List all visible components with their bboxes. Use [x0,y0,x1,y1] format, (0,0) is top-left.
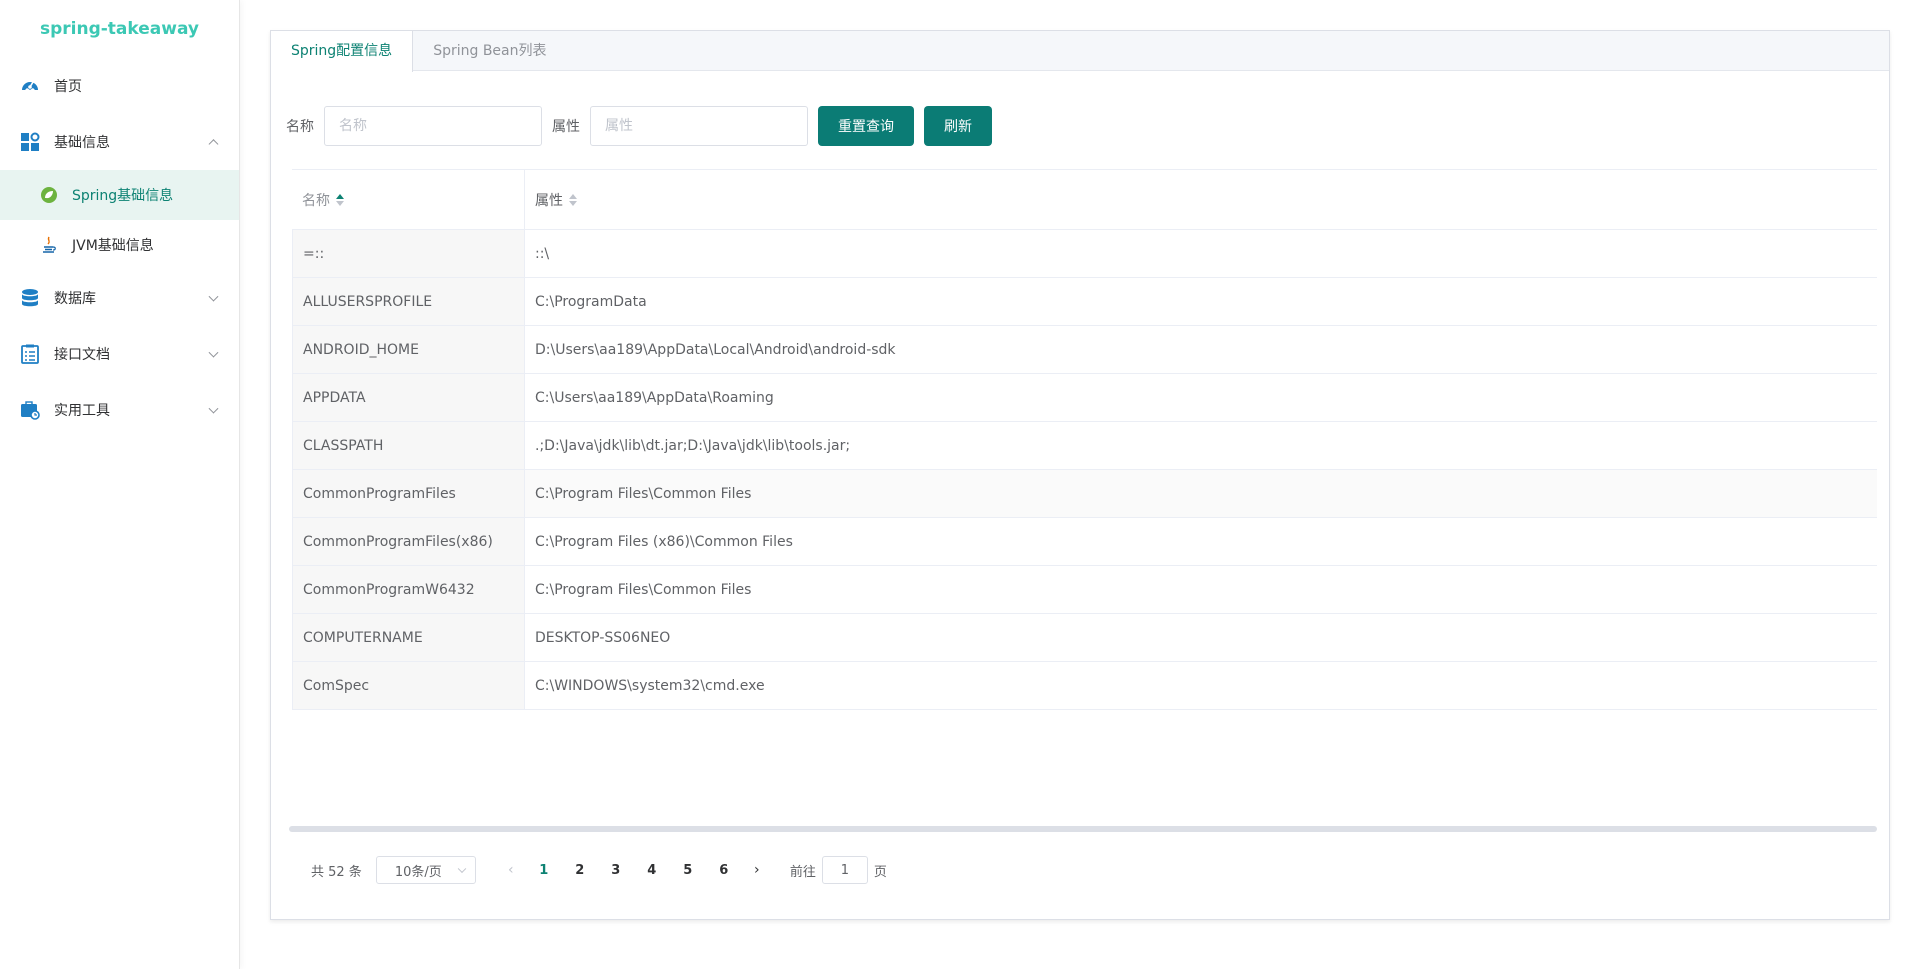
cell-name: ALLUSERSPROFILE [292,278,525,325]
cell-name: COMPUTERNAME [292,614,525,661]
prev-page-button[interactable]: ‹ [496,856,526,884]
database-icon [20,288,40,308]
cell-attribute: D:\Users\aa189\AppData\Local\Android\and… [535,341,896,358]
page-number[interactable]: 1 [526,856,562,884]
content-card: Spring配置信息 Spring Bean列表 名称 属性 重置查询 刷新 名… [270,30,1890,920]
table-row: CommonProgramW6432 C:\Program Files\Commo… [292,566,1877,614]
page-number[interactable]: 4 [634,856,670,884]
name-filter-label: 名称 [286,119,314,135]
cell-attribute: C:\Program Files\Common Files [525,470,1877,517]
cell-attribute: ::\ [535,245,550,262]
attr-filter-label: 属性 [552,119,580,135]
sidebar-item-basic-info[interactable]: 基础信息 [0,114,239,170]
table-row: ALLUSERSPROFILE C:\ProgramData [292,278,1877,326]
column-header-attribute[interactable]: 属性 [525,170,1877,229]
total-count: 共 52 条 [311,864,362,880]
column-header-label: 属性 [535,192,563,209]
goto-suffix: 页 [873,864,887,880]
cell-name: ComSpec [292,662,525,709]
table-header-row: 名称 属性 [292,170,1877,230]
cell-attribute: C:\Program Files (x86)\Common Files [535,533,793,550]
next-page-button[interactable]: › [742,856,772,884]
page-number[interactable]: 3 [598,856,634,884]
cell-name: CommonProgramFiles(x86) [292,518,525,565]
cell-attribute: C:\WINDOWS\system32\cmd.exe [535,677,765,694]
sidebar-subitem-jvm-info[interactable]: JVM基础信息 [0,220,239,270]
sidebar-subitem-spring-info[interactable]: Spring基础信息 [0,170,239,220]
cell-attribute: C:\ProgramData [535,293,647,310]
sidebar-item-label: 实用工具 [54,403,110,419]
table-row: CommonProgramFiles(x86) C:\Program Files … [292,518,1877,566]
table-row: APPDATA C:\Users\aa189\AppData\Roaming [292,374,1877,422]
filter-bar: 名称 属性 重置查询 刷新 [286,106,992,146]
cell-attribute: C:\Users\aa189\AppData\Roaming [535,389,774,406]
chevron-down-icon [208,347,219,358]
cell-name: CommonProgramW6432 [292,566,525,613]
sidebar-subitem-label: JVM基础信息 [72,238,154,254]
cell-name: APPDATA [292,374,525,421]
toolbox-icon [20,400,40,420]
table-row: ComSpec C:\WINDOWS\system32\cmd.exe [292,662,1877,710]
dashboard-icon [20,76,40,96]
cell-attribute: .;D:\Java\jdk\lib\dt.jar;D:\Java\jdk\lib… [535,437,851,454]
attr-filter-input[interactable] [590,106,808,146]
page-number[interactable]: 6 [706,856,742,884]
chevron-down-icon [208,403,219,414]
sort-icon[interactable] [569,193,577,206]
name-filter-input[interactable] [324,106,542,146]
sidebar-item-label: 数据库 [54,291,96,307]
sidebar: spring-takeaway 首页 基础信息 Spring基础信息 JVM基础… [0,0,240,969]
goto-label: 前往 [789,864,816,880]
cell-name: ANDROID_HOME [292,326,525,373]
cell-attribute: C:\Program Files\Common Files [535,581,752,598]
cell-name: CLASSPATH [292,422,525,469]
table-row: COMPUTERNAME DESKTOP-SS06NEO [292,614,1877,662]
goto-page: 前往 页 [790,856,887,884]
tab-spring-config[interactable]: Spring配置信息 [271,31,414,72]
tab-bar: Spring配置信息 Spring Bean列表 [271,31,1889,72]
cell-name: CommonProgramFiles [292,470,525,517]
table-row: CLASSPATH .;D:\Java\jdk\lib\dt.jar;D:\Jav… [292,422,1877,470]
sidebar-item-home[interactable]: 首页 [0,58,239,114]
sidebar-item-label: 首页 [54,79,82,95]
spring-leaf-icon [40,186,58,204]
sidebar-item-label: 接口文档 [54,347,110,363]
horizontal-scrollbar[interactable] [289,826,1877,832]
reset-query-button[interactable]: 重置查询 [818,106,914,146]
table-row: ANDROID_HOME D:\Users\aa189\AppData\Local… [292,326,1877,374]
tab-spring-bean-list[interactable]: Spring Bean列表 [413,31,566,71]
sidebar-item-api-docs[interactable]: 接口文档 [0,326,239,382]
app-logo-title: spring-takeaway [39,19,199,39]
page-number[interactable]: 5 [670,856,706,884]
sidebar-item-tools[interactable]: 实用工具 [0,382,239,438]
java-icon [40,236,58,254]
cell-attribute: DESKTOP-SS06NEO [535,629,671,646]
refresh-button[interactable]: 刷新 [924,106,992,146]
page-size-select[interactable]: 10条/页 [375,856,476,884]
column-header-label: 名称 [302,192,330,209]
sidebar-item-database[interactable]: 数据库 [0,270,239,326]
page-number[interactable]: 2 [562,856,598,884]
sidebar-subitem-label: Spring基础信息 [72,188,174,204]
sidebar-item-label: 基础信息 [54,135,110,151]
config-table: 名称 属性 =::::\ ALLUSERSPROFILE C:\ProgramDat… [292,169,1877,710]
document-list-icon [20,344,40,364]
table-row: =::::\ [292,230,1877,278]
chevron-down-icon [457,864,467,874]
grid-settings-icon [20,132,40,152]
sort-icon[interactable] [336,193,344,206]
column-header-name[interactable]: 名称 [292,170,525,229]
table-row: CommonProgramFiles C:\Program Files\Commo… [292,470,1877,518]
cell-name: =:: [292,230,525,277]
page-size-value: 10条/页 [394,864,442,880]
chevron-down-icon [208,291,219,302]
goto-page-input[interactable] [821,856,868,884]
chevron-up-icon [208,139,219,150]
pagination: 共 52 条 10条/页 ‹ 1 2 3 4 5 6 › 前往 页 [311,856,887,884]
